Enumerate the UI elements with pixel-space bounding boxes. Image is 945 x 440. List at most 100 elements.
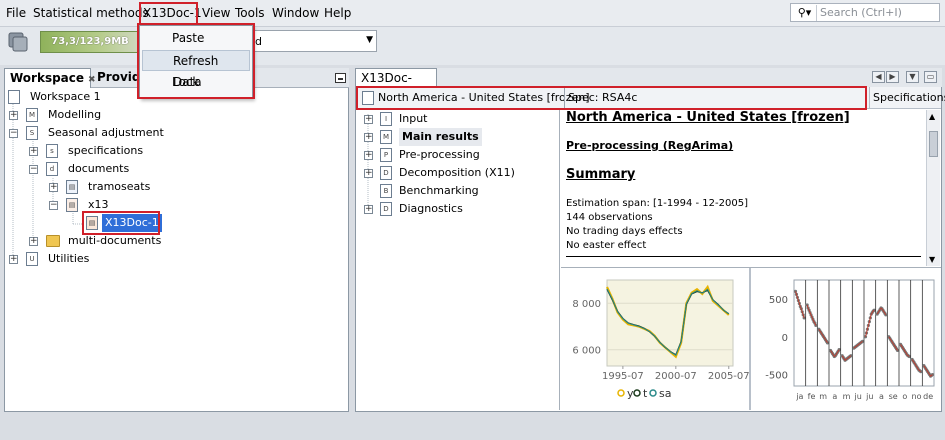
month-label-4: m — [843, 392, 851, 401]
menu-file[interactable]: File — [6, 6, 26, 20]
month-label-2: m — [819, 392, 827, 401]
tree-item-diagnostics[interactable]: + D Diagnostics — [360, 200, 550, 218]
tramoseats-icon: ▤ — [66, 180, 78, 194]
menu-item-refresh-data[interactable]: Refresh Data — [142, 50, 250, 89]
expand-icon[interactable]: + — [29, 147, 38, 156]
tab-providers[interactable]: Provide — [92, 68, 144, 88]
x-tick-label-0: 1995-07 — [602, 371, 644, 382]
month-label-10: no — [912, 392, 922, 401]
observations: 144 observations — [566, 212, 653, 223]
menu-item-lock[interactable]: Lock — [142, 72, 250, 93]
expand-icon[interactable]: + — [9, 255, 18, 264]
month-label-0: ja — [795, 392, 803, 401]
tree-label: Benchmarking — [399, 184, 479, 197]
tree-item-seasonal-adjustment[interactable]: − S Seasonal adjustment — [8, 124, 208, 142]
menu-view[interactable]: View — [202, 6, 230, 20]
charts-area: 6 000 8 000 1995-07 2000-07 2005-07 y t sa 500 0… — [561, 267, 941, 410]
legend-label-t: t — [643, 387, 648, 400]
tab-workspace[interactable]: Workspace ✖ — [4, 68, 96, 88]
x-tick-label-2: 2005-07 — [708, 371, 749, 382]
tree-item-specifications[interactable]: + s specifications — [28, 142, 228, 160]
minimize-icon[interactable] — [335, 73, 346, 83]
tree-item-modelling[interactable]: + M Modelling — [8, 106, 208, 124]
workspace-icon — [8, 90, 20, 104]
collapse-icon[interactable]: − — [9, 129, 18, 138]
expand-icon[interactable]: + — [364, 151, 373, 160]
pre-processing-icon: P — [380, 148, 392, 162]
vertical-scrollbar[interactable]: ▲ ▼ — [926, 110, 940, 266]
tree-item-decomposition[interactable]: + D Decomposition (X11) — [360, 164, 550, 182]
chevron-down-icon: ▼ — [366, 35, 373, 45]
scroll-right-icon[interactable]: ▶ — [886, 71, 899, 83]
tree-item-multi-documents[interactable]: + multi-documents — [28, 232, 228, 250]
divider — [566, 256, 921, 257]
tree-label: Pre-processing — [399, 148, 480, 161]
tree-item-x13doc[interactable]: ▤ X13Doc-1 — [84, 214, 204, 232]
expand-icon[interactable]: + — [29, 237, 38, 246]
expand-icon[interactable]: + — [9, 111, 18, 120]
expand-icon[interactable]: + — [364, 169, 373, 178]
tree-item-utilities[interactable]: + U Utilities — [8, 250, 208, 268]
y-tick-label-0: 6 000 — [572, 346, 601, 357]
toolbar-combo[interactable]: d ▼ — [250, 30, 377, 52]
tree-label-selected: X13Doc-1 — [102, 214, 162, 232]
input-icon: I — [380, 112, 392, 126]
expand-icon[interactable]: + — [364, 133, 373, 142]
search-box[interactable]: ⚲▾ Search (Ctrl+I) — [790, 3, 940, 22]
spec-label[interactable]: Spec: RSA4c — [568, 91, 637, 104]
results-title: North America - United States [frozen] — [566, 110, 850, 125]
expand-icon[interactable]: + — [364, 205, 373, 214]
menu-help[interactable]: Help — [324, 6, 351, 20]
expand-icon[interactable]: + — [49, 183, 58, 192]
search-placeholder: Search (Ctrl+I) — [820, 6, 902, 19]
menu-tools[interactable]: Tools — [235, 6, 265, 20]
menu-x13doc[interactable]: X13Doc-1 — [143, 6, 202, 20]
scroll-left-icon[interactable]: ◀ — [872, 71, 885, 83]
divider — [749, 268, 751, 410]
month-label-8: se — [889, 392, 898, 401]
memory-gauge[interactable]: 73,3/123,9MB — [40, 31, 140, 53]
tree-item-documents[interactable]: − d documents — [28, 160, 228, 178]
x13doc-icon: ▤ — [86, 216, 98, 230]
tab-x13doc[interactable]: X13Doc-1✖ — [355, 68, 437, 104]
trading-days: No trading days effects — [566, 226, 683, 237]
search-icon[interactable]: ⚲▾ — [793, 5, 817, 21]
y-tick-label-1: 8 000 — [572, 299, 601, 310]
tree-label-selected: Main results — [399, 128, 482, 146]
specifications-button[interactable]: Specifications — [873, 91, 945, 104]
x13-icon: ▤ — [66, 198, 78, 212]
menu-window[interactable]: Window — [272, 6, 319, 20]
tree-item-main-results[interactable]: + M Main results — [360, 128, 550, 146]
maximize-icon[interactable]: ▭ — [924, 71, 937, 83]
tree-label: Input — [399, 112, 428, 125]
scroll-thumb[interactable] — [929, 131, 938, 157]
benchmarking-icon: B — [380, 184, 392, 198]
tree-item-pre-processing[interactable]: + P Pre-processing — [360, 146, 550, 164]
month-label-7: a — [879, 392, 884, 401]
dropdown-icon[interactable]: ▼ — [906, 71, 919, 83]
tree-label: documents — [68, 162, 130, 175]
tree-label: Workspace 1 — [30, 90, 101, 103]
x13doc-menu: Paste Refresh Data Lock — [139, 25, 253, 99]
divider — [564, 87, 565, 108]
menu-item-paste[interactable]: Paste — [142, 28, 250, 49]
collapse-icon[interactable]: − — [29, 165, 38, 174]
expand-icon[interactable]: + — [364, 115, 373, 124]
month-label-6: ju — [865, 392, 873, 401]
x-tick-label-1: 2000-07 — [655, 371, 697, 382]
tree-label: Decomposition (X11) — [399, 166, 515, 179]
tree-item-benchmarking[interactable]: B Benchmarking — [360, 182, 550, 200]
legend-marker-t — [633, 389, 641, 397]
tree-item-input[interactable]: + I Input — [360, 110, 550, 128]
legend-marker-sa — [649, 389, 657, 397]
database-icon[interactable] — [7, 31, 31, 53]
tree-item-tramoseats[interactable]: + ▤ tramoseats — [48, 178, 248, 196]
collapse-icon[interactable]: − — [49, 201, 58, 210]
menu-statistical-methods[interactable]: Statistical methods — [33, 6, 149, 20]
memory-text: 73,3/123,9MB — [51, 36, 129, 47]
scroll-up-icon[interactable]: ▲ — [929, 112, 935, 121]
tree-item-x13[interactable]: − ▤ x13 — [48, 196, 248, 214]
scroll-down-icon[interactable]: ▼ — [929, 255, 935, 264]
y-tick-label-1: 0 — [782, 333, 788, 344]
tree-label: tramoseats — [88, 180, 151, 193]
